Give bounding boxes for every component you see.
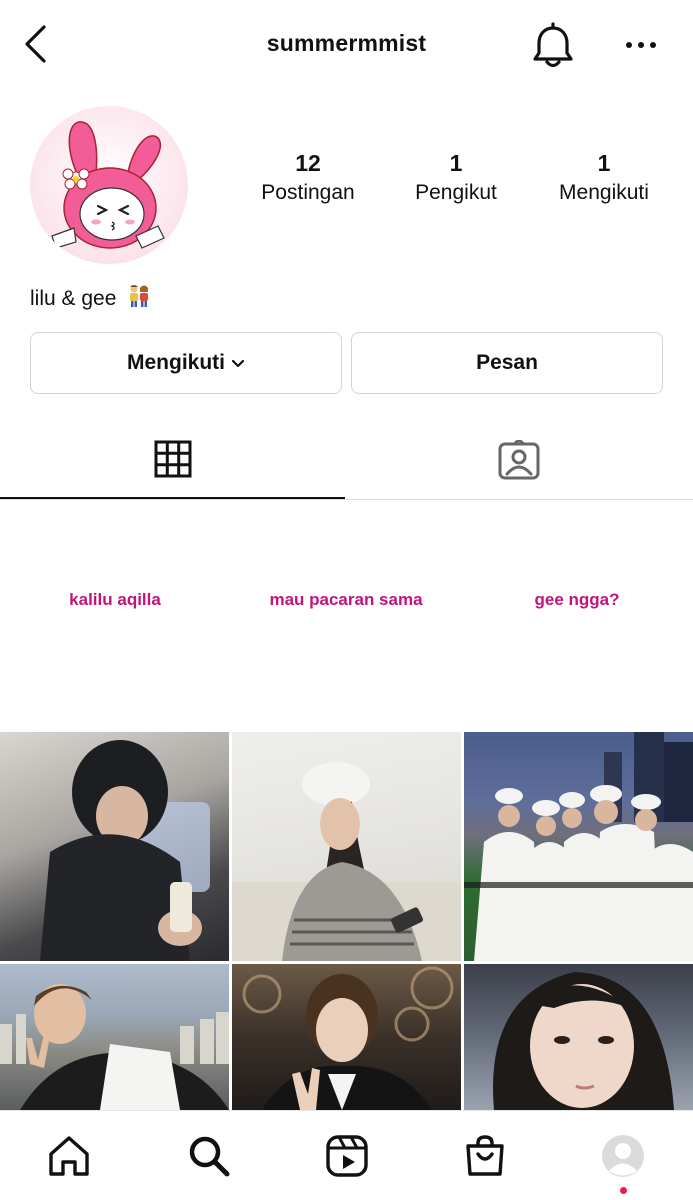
home-icon [49, 1136, 89, 1176]
post-thumbnail[interactable] [464, 732, 693, 961]
tab-tagged[interactable] [346, 420, 691, 500]
shop-icon [466, 1135, 504, 1176]
profile-header: summermmist [0, 0, 693, 92]
posts-count: 12 Postingan [238, 150, 378, 205]
message-button[interactable]: Pesan [351, 332, 663, 394]
story-highlights: kalilu aqilla mau pacaran sama gee ngga? [0, 500, 693, 732]
tab-posts-grid[interactable] [0, 420, 345, 499]
notification-dot [620, 1187, 627, 1194]
avatar-illustration [51, 121, 165, 249]
profile-tabs [0, 420, 693, 500]
post-thumbnail[interactable] [232, 964, 461, 1110]
nav-reels[interactable] [322, 1131, 372, 1181]
nav-home[interactable] [44, 1131, 94, 1181]
highlight-item[interactable]: mau pacaran sama [231, 590, 461, 610]
tagged-user-icon [498, 440, 539, 480]
post-thumbnail[interactable] [0, 964, 229, 1110]
nav-search[interactable] [184, 1131, 234, 1181]
reels-icon [326, 1135, 368, 1177]
nav-profile[interactable] [598, 1131, 648, 1181]
chevron-down-icon [231, 351, 245, 375]
profile-avatar[interactable] [30, 106, 188, 264]
profile-bio: lilu & gee [30, 284, 152, 314]
post-thumbnail[interactable] [464, 964, 693, 1110]
profile-username: summermmist [266, 30, 427, 56]
posts-count-label: Postingan [261, 181, 355, 204]
post-thumbnail[interactable] [232, 732, 461, 961]
couple-emoji-icon [126, 284, 152, 314]
following-button-label: Mengikuti [127, 351, 225, 374]
following-count-label: Mengikuti [559, 181, 649, 204]
more-horizontal-icon [626, 42, 656, 48]
post-thumbnail[interactable] [0, 732, 229, 961]
highlight-item[interactable]: kalilu aqilla [0, 590, 230, 610]
highlight-item[interactable]: gee ngga? [462, 590, 692, 610]
followers-count[interactable]: 1 Pengikut [386, 150, 526, 205]
followers-count-label: Pengikut [415, 181, 497, 204]
search-icon [189, 1136, 230, 1177]
posts-count-value: 12 [295, 150, 321, 176]
following-count-value: 1 [597, 150, 611, 176]
posts-grid [0, 732, 693, 1110]
message-button-label: Pesan [476, 351, 538, 374]
more-options-button[interactable] [620, 30, 662, 60]
grid-icon [154, 440, 191, 477]
nav-shop[interactable] [460, 1131, 510, 1181]
following-count[interactable]: 1 Mengikuti [534, 150, 674, 205]
bell-icon [533, 22, 573, 68]
followers-count-value: 1 [449, 150, 463, 176]
bio-text: lilu & gee [30, 287, 117, 310]
notifications-button[interactable] [530, 22, 576, 70]
profile-icon [602, 1135, 644, 1177]
following-button[interactable]: Mengikuti [30, 332, 342, 394]
bottom-navigation [0, 1110, 693, 1200]
